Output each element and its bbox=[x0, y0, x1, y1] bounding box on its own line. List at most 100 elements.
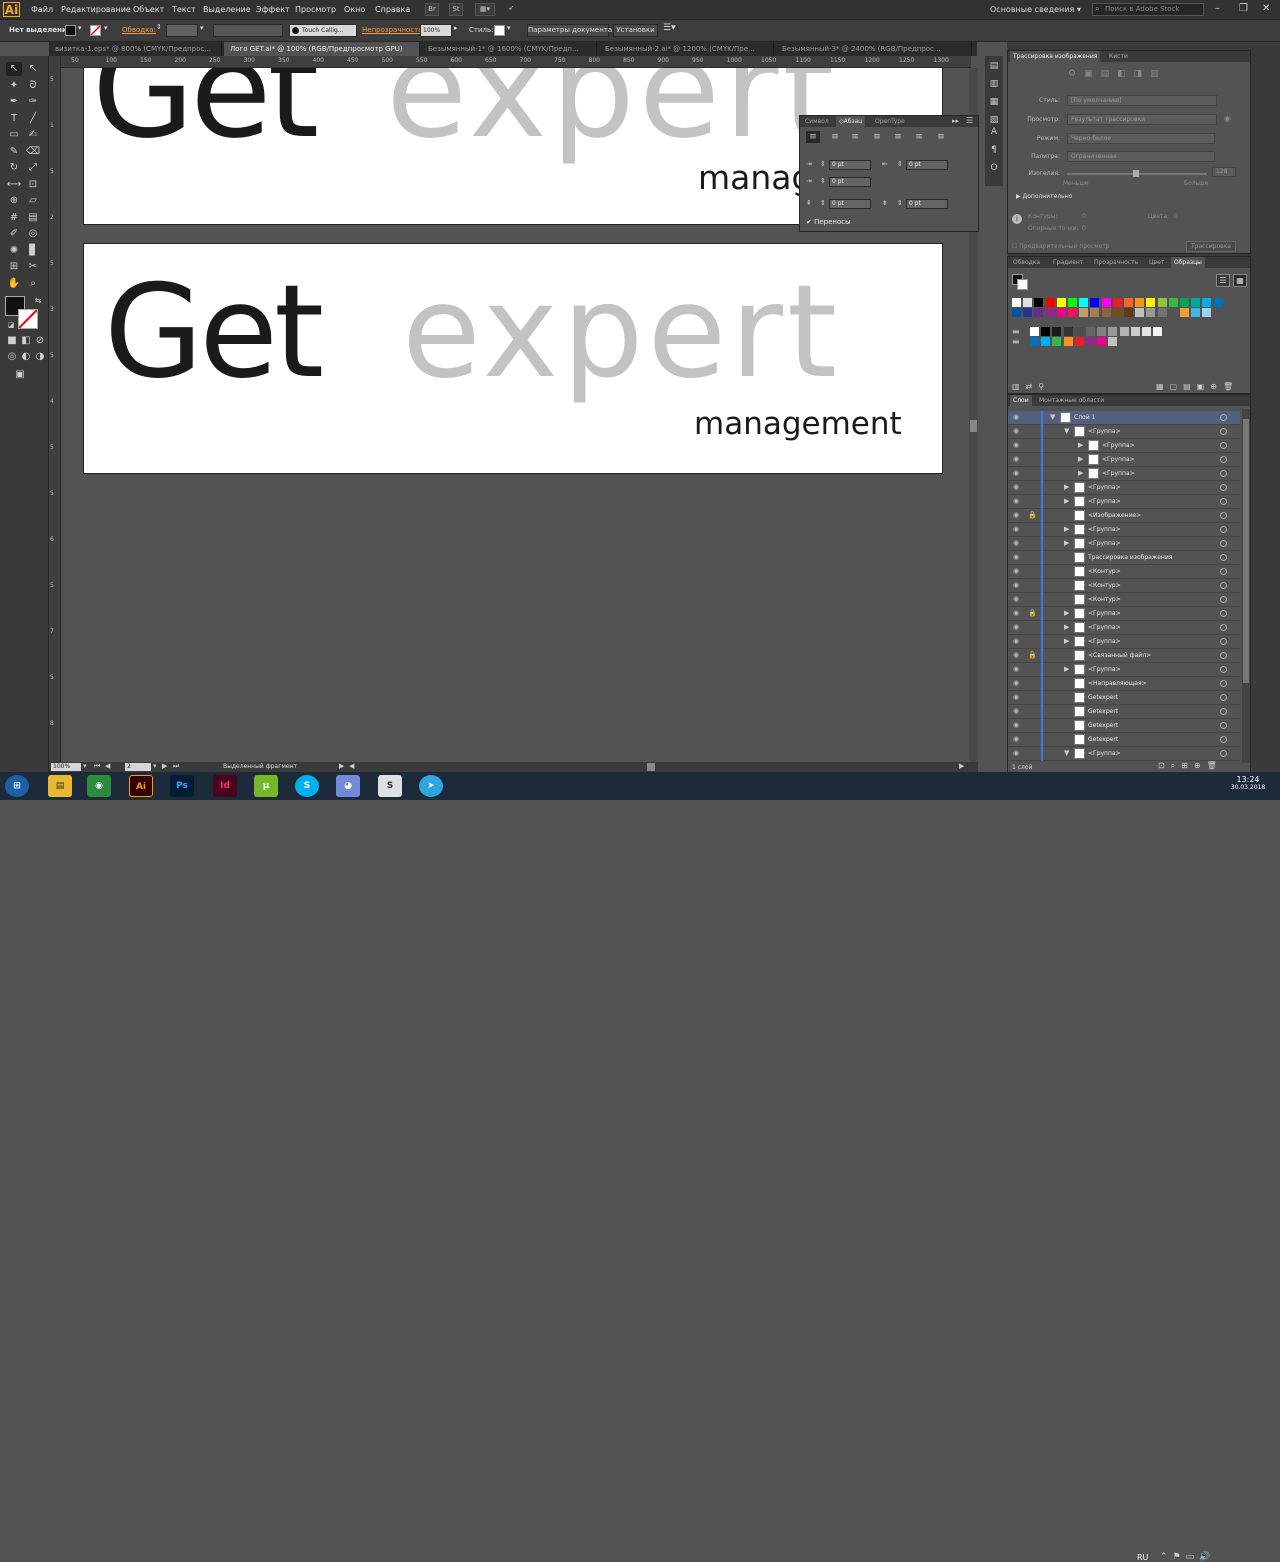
fill-dropdown-icon[interactable]: ▾ bbox=[78, 24, 82, 32]
scroll-right-icon[interactable]: ▶ bbox=[959, 762, 964, 770]
expand-arrow-icon[interactable]: ▼ bbox=[1050, 413, 1055, 421]
target-circle-icon[interactable] bbox=[1220, 750, 1227, 757]
justify-right-icon[interactable]: ≡ bbox=[912, 131, 926, 143]
threshold-slider-thumb[interactable] bbox=[1133, 170, 1139, 177]
color-swatch[interactable] bbox=[1030, 327, 1039, 336]
lasso-tool-icon[interactable]: ᘐ bbox=[25, 79, 41, 93]
expand-arrow-icon[interactable]: ▶ bbox=[1064, 539, 1069, 547]
visibility-eye-icon[interactable]: ◉ bbox=[1013, 581, 1019, 589]
color-swatch[interactable] bbox=[1063, 337, 1073, 346]
stroke-color-box[interactable] bbox=[18, 309, 38, 329]
layer-row[interactable]: ◉ ▶ <Группа> bbox=[1008, 635, 1240, 649]
prev-artboard-icon[interactable]: ◀ bbox=[105, 762, 110, 770]
first-line-indent-field[interactable]: 0 pt bbox=[829, 177, 871, 187]
layer-row[interactable]: ◉ ▶ <Группа> bbox=[1008, 467, 1240, 481]
lock-icon[interactable]: 🔒 bbox=[1028, 651, 1037, 659]
target-circle-icon[interactable] bbox=[1220, 666, 1227, 673]
workspace-switcher[interactable]: Основные сведения ▾ bbox=[990, 5, 1081, 14]
expand-arrow-icon[interactable]: ▶ bbox=[1078, 455, 1083, 463]
justify-all-icon[interactable]: ≡ bbox=[934, 131, 948, 143]
layers-panel-icon[interactable]: ▤ bbox=[988, 60, 1000, 72]
color-swatch[interactable] bbox=[1063, 327, 1073, 336]
target-circle-icon[interactable] bbox=[1220, 498, 1227, 505]
start-button[interactable]: ⊞ bbox=[5, 775, 29, 797]
color-swatch[interactable] bbox=[1135, 298, 1145, 307]
visibility-eye-icon[interactable]: ◉ bbox=[1013, 455, 1019, 463]
advanced-toggle[interactable]: ▶ Дополнительно bbox=[1016, 193, 1072, 200]
menu-item[interactable]: Редактирование bbox=[61, 5, 131, 14]
layer-row[interactable]: ◉ Getexpert bbox=[1008, 691, 1240, 705]
taskbar-clock[interactable]: 13:24 30.03.2018 bbox=[1228, 775, 1268, 791]
menu-item[interactable]: Справка bbox=[375, 5, 410, 14]
target-circle-icon[interactable] bbox=[1220, 694, 1227, 701]
vertical-ruler[interactable]: 5 1 5 2 5 3 5 4 5 5 6 5 7 5 8 bbox=[49, 56, 61, 762]
minimize-button[interactable]: – bbox=[1215, 3, 1220, 14]
indesign-icon[interactable]: Id bbox=[213, 775, 237, 797]
color-swatch[interactable] bbox=[1180, 298, 1189, 307]
free-transform-tool-icon[interactable]: ⊡ bbox=[25, 178, 41, 192]
artboard-dropdown-icon[interactable]: ▾ bbox=[153, 762, 157, 770]
target-circle-icon[interactable] bbox=[1220, 470, 1227, 477]
layer-row[interactable]: ◉ ▶ <Группа> bbox=[1008, 453, 1240, 467]
maximize-button[interactable]: ❐ bbox=[1239, 3, 1248, 14]
shaper-tool-icon[interactable]: ✎ bbox=[6, 145, 22, 159]
color-swatch[interactable] bbox=[1101, 308, 1111, 317]
color-swatch[interactable] bbox=[1090, 298, 1100, 307]
color-swatch[interactable] bbox=[1068, 308, 1077, 317]
visibility-eye-icon[interactable]: ◉ bbox=[1013, 427, 1019, 435]
visibility-eye-icon[interactable]: ◉ bbox=[1013, 441, 1019, 449]
visibility-eye-icon[interactable]: ◉ bbox=[1013, 539, 1019, 547]
expand-arrow-icon[interactable]: ▼ bbox=[1064, 427, 1069, 435]
opentype-panel-icon[interactable]: O bbox=[988, 162, 1000, 174]
space-after-stepper[interactable]: ⇕ bbox=[897, 199, 903, 207]
perspective-tool-icon[interactable]: ▱ bbox=[25, 194, 41, 208]
color-swatch[interactable] bbox=[1097, 327, 1107, 336]
target-circle-icon[interactable] bbox=[1220, 652, 1227, 659]
color-swatch[interactable] bbox=[1034, 308, 1044, 317]
menu-item[interactable]: Просмотр bbox=[295, 5, 336, 14]
color-swatch[interactable] bbox=[1191, 298, 1201, 307]
expand-arrow-icon[interactable]: ▶ bbox=[1064, 525, 1069, 533]
menu-item[interactable]: Объект bbox=[133, 5, 164, 14]
expand-arrow-icon[interactable]: ▶ bbox=[1064, 665, 1069, 673]
stock-search-input[interactable]: Поиск в Adobe Stock bbox=[1092, 3, 1204, 16]
draw-inside-icon[interactable]: ◑ bbox=[32, 350, 48, 364]
color-swatch[interactable] bbox=[1012, 298, 1021, 307]
stroke-weight-field[interactable] bbox=[166, 24, 198, 37]
skype-icon[interactable]: S bbox=[295, 775, 319, 797]
color-swatch[interactable] bbox=[1202, 308, 1212, 317]
target-circle-icon[interactable] bbox=[1220, 624, 1227, 631]
layer-row[interactable]: ◉ ▶ <Группа> bbox=[1008, 439, 1240, 453]
color-swatch[interactable] bbox=[1146, 298, 1156, 307]
color-swatch[interactable] bbox=[1023, 298, 1033, 307]
layer-row[interactable]: ◉ 🔒 <Изображение> bbox=[1008, 509, 1240, 523]
tab-character[interactable]: Символ bbox=[802, 116, 832, 127]
layer-row[interactable]: ◉ Getexpert bbox=[1008, 719, 1240, 733]
color-swatch[interactable] bbox=[1108, 327, 1118, 336]
swatch-tab[interactable]: Образцы bbox=[1171, 257, 1205, 268]
color-swatch[interactable] bbox=[1157, 298, 1167, 307]
first-artboard-icon[interactable]: ⏮ bbox=[94, 762, 100, 771]
color-swatch[interactable] bbox=[1012, 308, 1021, 317]
expand-arrow-icon[interactable]: ▶ bbox=[1078, 469, 1083, 477]
color-swatch[interactable] bbox=[1030, 337, 1039, 346]
swatches-panel-icon[interactable]: ▦ bbox=[988, 96, 1000, 108]
color-swatch[interactable] bbox=[1074, 337, 1084, 346]
collapse-panel-icon[interactable]: ▸▸ bbox=[952, 117, 959, 125]
discord-icon[interactable]: ◕ bbox=[336, 775, 360, 797]
color-swatch[interactable] bbox=[1045, 298, 1055, 307]
notes-icon[interactable]: S bbox=[378, 775, 402, 797]
layer-row[interactable]: ◉ Getexpert bbox=[1008, 705, 1240, 719]
mesh-tool-icon[interactable]: # bbox=[6, 211, 22, 225]
color-swatch[interactable] bbox=[1090, 308, 1100, 317]
telegram-icon[interactable]: ➤ bbox=[419, 775, 443, 797]
color-swatch[interactable] bbox=[1097, 337, 1107, 346]
stroke-dropdown-icon[interactable]: ▾ bbox=[104, 24, 108, 32]
menu-item[interactable]: Окно bbox=[344, 5, 365, 14]
color-swatch[interactable] bbox=[1191, 308, 1201, 317]
color-swatch[interactable] bbox=[1202, 298, 1212, 307]
target-circle-icon[interactable] bbox=[1220, 736, 1227, 743]
artboard-tool-icon[interactable]: ⊞ bbox=[6, 260, 22, 274]
eraser-tool-icon[interactable]: ⌫ bbox=[25, 145, 41, 159]
horizontal-ruler[interactable]: 50 100 150 200 250 300 350 400 450 500 550 600 650 70… bbox=[61, 56, 971, 68]
